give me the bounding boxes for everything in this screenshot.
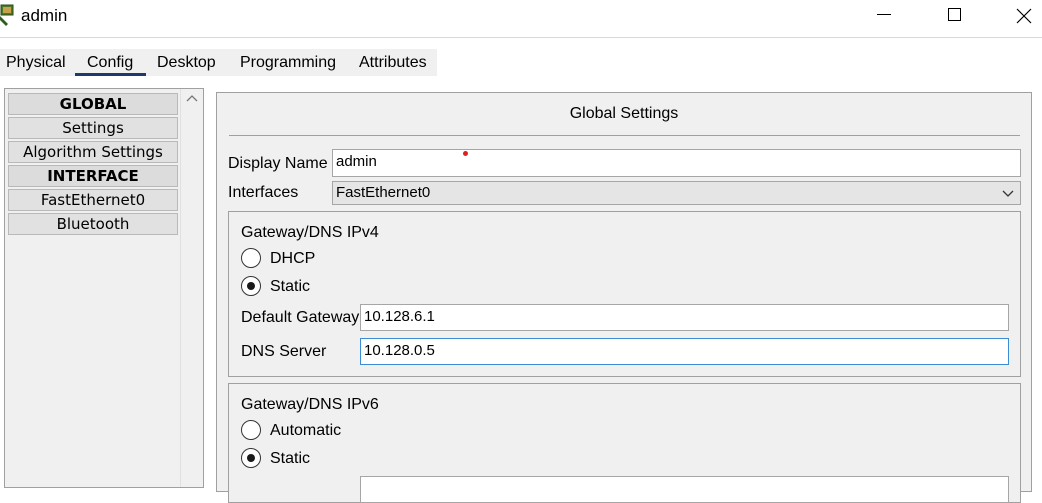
ipv4-group-title: Gateway/DNS IPv4 [241, 224, 379, 241]
ipv4-group: Gateway/DNS IPv4 DHCP Static Default Gat… [228, 211, 1021, 377]
nav-item-bluetooth[interactable]: Bluetooth [8, 213, 178, 235]
static-ipv4-radio[interactable] [241, 276, 261, 296]
dhcp-label[interactable]: DHCP [270, 250, 315, 268]
active-tab-indicator [75, 73, 146, 76]
nav-item-fastethernet0[interactable]: FastEthernet0 [8, 189, 178, 211]
nav-header-global: GLOBAL [8, 93, 178, 115]
panel-title: Global Settings [569, 105, 679, 122]
minimize-button[interactable] [861, 0, 907, 32]
window-title: admin [21, 6, 68, 25]
nav-item-algorithm-settings[interactable]: Algorithm Settings [8, 141, 178, 163]
static-ipv6-label[interactable]: Static [270, 450, 310, 468]
ipv6-default-gateway-input[interactable] [360, 476, 1009, 503]
maximize-button[interactable] [931, 0, 977, 32]
title-divider [229, 135, 1020, 136]
tab-config[interactable]: Config [87, 49, 133, 76]
display-name-label: Display Name [228, 155, 328, 172]
cursor-marker [463, 151, 468, 156]
minimize-icon [877, 13, 891, 15]
dns-server-label: DNS Server [241, 343, 327, 360]
ipv6-group-title: Gateway/DNS IPv6 [241, 396, 379, 413]
title-bar: admin [0, 0, 1042, 36]
maximize-icon [947, 7, 961, 21]
tab-strip: Physical Config Desktop Programming Attr… [0, 49, 437, 76]
default-gateway-input[interactable]: 10.128.6.1 [360, 304, 1009, 331]
tab-physical[interactable]: Physical [6, 49, 66, 76]
close-button[interactable] [1001, 0, 1042, 32]
tab-programming[interactable]: Programming [240, 49, 336, 76]
close-icon [1016, 8, 1032, 24]
static-ipv4-label[interactable]: Static [270, 278, 310, 296]
ipv6-group: Gateway/DNS IPv6 Automatic Static [228, 383, 1021, 503]
chevron-up-icon[interactable] [185, 93, 199, 103]
interfaces-select-value: FastEthernet0 [336, 184, 431, 201]
title-bar-divider [0, 37, 1042, 38]
nav-header-interface: INTERFACE [8, 165, 178, 187]
chevron-down-icon [1002, 190, 1014, 197]
default-gateway-label: Default Gateway [241, 309, 360, 326]
global-settings-panel: Global Settings Display Name admin Inter… [216, 92, 1032, 503]
dhcp-radio[interactable] [241, 248, 261, 268]
radio-selected-dot [247, 454, 255, 462]
automatic-label[interactable]: Automatic [270, 422, 341, 440]
app-icon [0, 4, 14, 26]
display-name-input[interactable]: admin [332, 149, 1021, 177]
settings-nav-panel: GLOBAL Settings Algorithm Settings INTER… [4, 88, 204, 488]
radio-selected-dot [247, 282, 255, 290]
tab-desktop[interactable]: Desktop [157, 49, 216, 76]
nav-scrollbar[interactable] [180, 89, 202, 487]
tab-attributes[interactable]: Attributes [359, 49, 427, 76]
interfaces-select[interactable]: FastEthernet0 [332, 181, 1021, 205]
dns-server-input[interactable]: 10.128.0.5 [360, 338, 1009, 365]
automatic-radio[interactable] [241, 420, 261, 440]
nav-item-settings[interactable]: Settings [8, 117, 178, 139]
static-ipv6-radio[interactable] [241, 448, 261, 468]
interfaces-label: Interfaces [228, 184, 299, 201]
